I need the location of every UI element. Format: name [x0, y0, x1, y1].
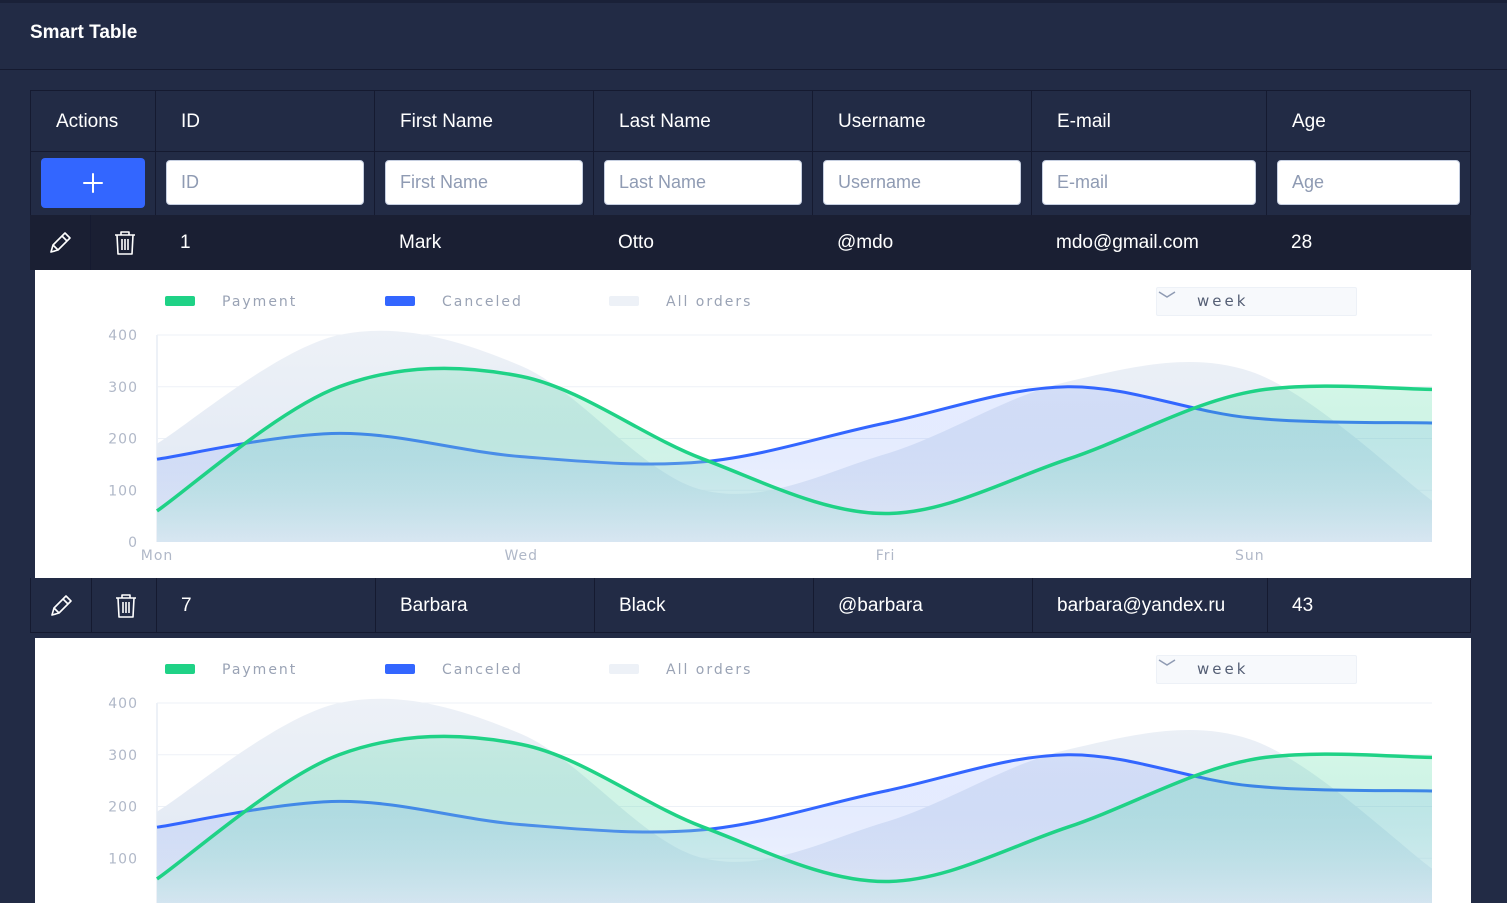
column-divider [90, 215, 91, 270]
column-divider [813, 578, 814, 633]
legend-label: Canceled [442, 662, 523, 678]
legend-label: All orders [666, 294, 752, 310]
column-header-age[interactable]: Age [1292, 91, 1326, 152]
column-header-email[interactable]: E-mail [1057, 91, 1111, 152]
first-name-filter-input[interactable] [385, 160, 583, 205]
legend-label: Canceled [442, 294, 523, 310]
period-select-value: week [1197, 292, 1249, 310]
email-filter-input[interactable] [1042, 160, 1256, 205]
y-tick-label: 100 [108, 483, 138, 499]
column-header-first-name[interactable]: First Name [400, 91, 493, 152]
trash-icon [115, 230, 135, 255]
x-tick-label: Fri [876, 548, 896, 564]
y-tick-label: 300 [108, 380, 138, 396]
page-header: Smart Table [0, 3, 1507, 70]
chevron-down-icon [1158, 291, 1176, 298]
cell-email: mdo@gmail.com [1056, 231, 1199, 253]
cell-last-name: Black [619, 594, 666, 616]
column-divider [593, 90, 594, 215]
chevron-down-icon [1158, 659, 1176, 666]
y-tick-label: 0 [128, 535, 138, 551]
column-divider [156, 578, 157, 633]
period-select-value: week [1197, 660, 1249, 678]
delete-button[interactable] [96, 578, 156, 633]
orders-chart: 400 300 200 100 0Mon Wed Fri Sun Payment Canceled… [108, 294, 1433, 564]
table-row[interactable]: 7 Barbara Black @barbara barbara@yandex.… [30, 578, 1471, 633]
row-detail-chart: 400 300 200 100 0Mon Wed Fri Sun Payment Canceled… [35, 270, 1471, 578]
cell-username: @mdo [837, 231, 894, 253]
cell-id: 1 [180, 231, 191, 253]
page-title: Smart Table [30, 22, 138, 43]
cell-first-name: Mark [399, 231, 442, 253]
edit-button[interactable] [31, 578, 91, 633]
column-divider [155, 90, 156, 215]
column-header-actions: Actions [56, 110, 119, 132]
pencil-icon [51, 594, 72, 616]
column-divider [812, 90, 813, 215]
table-header-row: Actions ID First Name Last Name Username… [30, 90, 1471, 151]
x-tick-label: Sun [1235, 548, 1265, 564]
legend-swatch-canceled [385, 296, 415, 306]
cell-email: barbara@yandex.ru [1057, 594, 1226, 616]
legend-label: Payment [222, 294, 297, 310]
period-select[interactable]: week [1156, 655, 1357, 684]
smart-table: Actions ID First Name Last Name Username… [30, 90, 1471, 903]
cell-username: @barbara [838, 594, 923, 616]
legend-swatch-canceled [385, 664, 415, 674]
x-tick-label: Mon [141, 548, 174, 564]
period-select[interactable]: week [1156, 287, 1357, 316]
column-divider [1266, 90, 1267, 215]
cell-age: 43 [1292, 594, 1314, 616]
x-tick-label: Wed [505, 548, 539, 564]
row-detail-chart: 4003002001000MonWedFriSunPaymentCanceled… [35, 638, 1471, 903]
cell-last-name: Otto [618, 231, 654, 253]
y-tick-label: 200 [108, 432, 138, 448]
plus-icon [83, 173, 103, 193]
y-tick-label: 200 [108, 800, 138, 816]
legend-swatch-all-orders [609, 664, 639, 674]
legend-swatch-payment [165, 664, 195, 674]
add-row-button[interactable] [41, 158, 145, 208]
column-header-username[interactable]: Username [838, 91, 926, 152]
legend-label: All orders [666, 662, 752, 678]
y-tick-label: 400 [108, 696, 138, 712]
trash-icon [116, 593, 136, 618]
cell-first-name: Barbara [400, 594, 468, 616]
legend-label: Payment [222, 662, 297, 678]
column-divider [1031, 90, 1032, 215]
cell-id: 7 [181, 594, 192, 616]
column-divider [375, 578, 376, 633]
column-divider [91, 578, 92, 633]
edit-button[interactable] [30, 215, 90, 270]
y-tick-label: 100 [108, 851, 138, 867]
column-divider [1032, 578, 1033, 633]
column-divider [1267, 578, 1268, 633]
column-header-last-name[interactable]: Last Name [619, 91, 711, 152]
delete-button[interactable] [95, 215, 155, 270]
column-divider [374, 90, 375, 215]
column-header-id[interactable]: ID [181, 91, 200, 152]
age-filter-input[interactable] [1277, 160, 1460, 205]
table-row[interactable]: 1 Mark Otto @mdo mdo@gmail.com 28 [30, 215, 1471, 270]
legend-swatch-payment [165, 296, 195, 306]
cell-age: 28 [1291, 231, 1313, 253]
pencil-icon [50, 231, 71, 253]
y-tick-label: 300 [108, 748, 138, 764]
id-filter-input[interactable] [166, 160, 364, 205]
legend-swatch-all-orders [609, 296, 639, 306]
username-filter-input[interactable] [823, 160, 1021, 205]
y-tick-label: 400 [108, 328, 138, 344]
column-divider [594, 578, 595, 633]
last-name-filter-input[interactable] [604, 160, 802, 205]
